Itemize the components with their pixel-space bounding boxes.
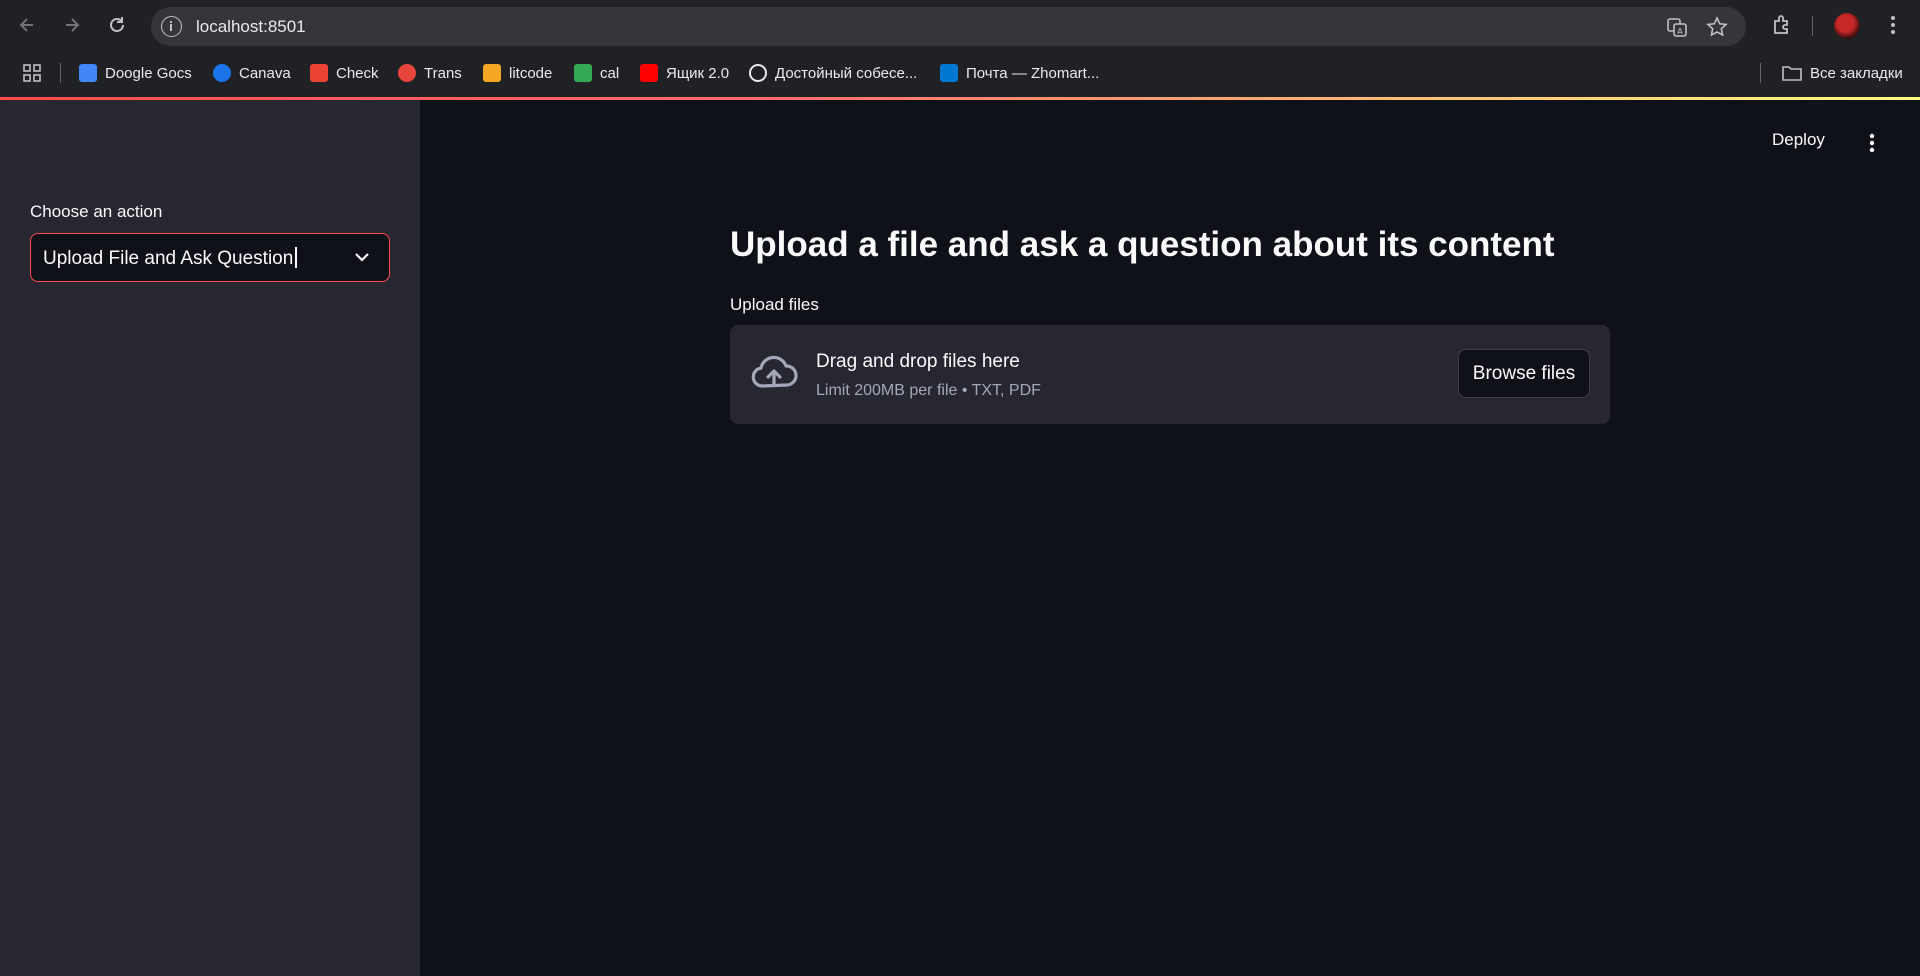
- bookmarks-divider: [60, 63, 61, 83]
- chevron-down-icon[interactable]: [353, 248, 371, 266]
- site-info-icon[interactable]: [161, 16, 182, 37]
- bookmark-dostoyny[interactable]: Достойный собесе...: [749, 62, 917, 84]
- reload-icon: [110, 17, 124, 32]
- bookmark-cal[interactable]: cal: [574, 62, 619, 84]
- text-caret: [295, 247, 297, 268]
- forward-arrow-icon: [66, 18, 80, 32]
- docs-icon: [79, 64, 97, 82]
- main-menu-icon[interactable]: [1862, 131, 1882, 155]
- reload-button[interactable]: [104, 12, 130, 38]
- all-bookmarks-folder[interactable]: Все закладки: [1782, 62, 1903, 84]
- back-arrow-icon: [19, 18, 33, 32]
- bookmark-pochta[interactable]: Почта — Zhomart...: [940, 62, 1099, 84]
- action-select-label: Choose an action: [30, 202, 163, 221]
- bookmarks-divider: [1760, 63, 1761, 83]
- apps-grid-icon[interactable]: [22, 63, 42, 83]
- uploader-label: Upload files: [730, 295, 819, 314]
- leetcode-icon: [483, 64, 501, 82]
- bookmark-yashchik[interactable]: Ящик 2.0: [640, 62, 729, 84]
- address-bar[interactable]: localhost:8501 A: [151, 7, 1746, 46]
- browser-chrome: localhost:8501 A Doogle Gocs Canava Chec…: [0, 0, 1920, 99]
- youtube-icon: [640, 64, 658, 82]
- page-title: Upload a file and ask a question about i…: [730, 225, 1555, 264]
- bookmark-canava[interactable]: Canava: [213, 62, 291, 84]
- bookmark-trans[interactable]: Trans: [398, 62, 462, 84]
- cloud-upload-icon: [751, 355, 798, 388]
- bookmark-label: Check: [336, 64, 379, 82]
- bookmark-check[interactable]: Check: [310, 62, 379, 84]
- translate-site-icon: [398, 64, 416, 82]
- svg-text:A: A: [1677, 27, 1683, 36]
- toolbar-divider: [1812, 16, 1813, 36]
- browser-toolbar: localhost:8501 A: [0, 0, 1920, 51]
- url-text[interactable]: localhost:8501: [196, 17, 306, 37]
- action-select-value[interactable]: Upload File and Ask Question: [43, 247, 297, 270]
- all-bookmarks-label: Все закладки: [1810, 64, 1903, 82]
- folder-icon: [1782, 66, 1802, 81]
- bookmark-label: litcode: [509, 64, 553, 82]
- gmail-icon: [310, 64, 328, 82]
- extensions-icon[interactable]: [1770, 13, 1794, 37]
- bookmark-star-icon[interactable]: [1706, 16, 1728, 38]
- bookmark-label: Достойный собесе...: [775, 64, 918, 82]
- forward-button[interactable]: [59, 12, 85, 38]
- bookmark-label: cal: [600, 64, 620, 82]
- outlook-icon: [940, 64, 958, 82]
- profile-avatar[interactable]: [1834, 13, 1860, 39]
- openai-icon: [749, 64, 767, 82]
- sidebar: Choose an action Upload File and Ask Que…: [0, 100, 420, 976]
- bookmark-label: Почта — Zhomart...: [966, 64, 1100, 82]
- bookmark-label: Canava: [239, 64, 291, 82]
- browse-files-button[interactable]: Browse files: [1458, 349, 1590, 398]
- bookmark-label: Doogle Gocs: [105, 64, 192, 82]
- back-button[interactable]: [14, 12, 40, 38]
- action-select[interactable]: Upload File and Ask Question: [30, 233, 390, 282]
- bookmark-doogle-gocs[interactable]: Doogle Gocs: [79, 62, 192, 84]
- dropzone-title: Drag and drop files here: [816, 351, 1020, 372]
- bookmark-label: Trans: [424, 64, 462, 82]
- dropzone-subtitle: Limit 200MB per file • TXT, PDF: [816, 382, 1041, 399]
- canva-icon: [213, 64, 231, 82]
- file-dropzone[interactable]: Drag and drop files here Limit 200MB per…: [730, 325, 1610, 424]
- deploy-button[interactable]: Deploy: [1772, 130, 1825, 150]
- calendar-icon: [574, 64, 592, 82]
- browser-menu-icon[interactable]: [1881, 13, 1905, 37]
- translate-icon[interactable]: A: [1666, 16, 1688, 38]
- bookmark-litcode[interactable]: litcode: [483, 62, 552, 84]
- bookmark-label: Ящик 2.0: [666, 64, 730, 82]
